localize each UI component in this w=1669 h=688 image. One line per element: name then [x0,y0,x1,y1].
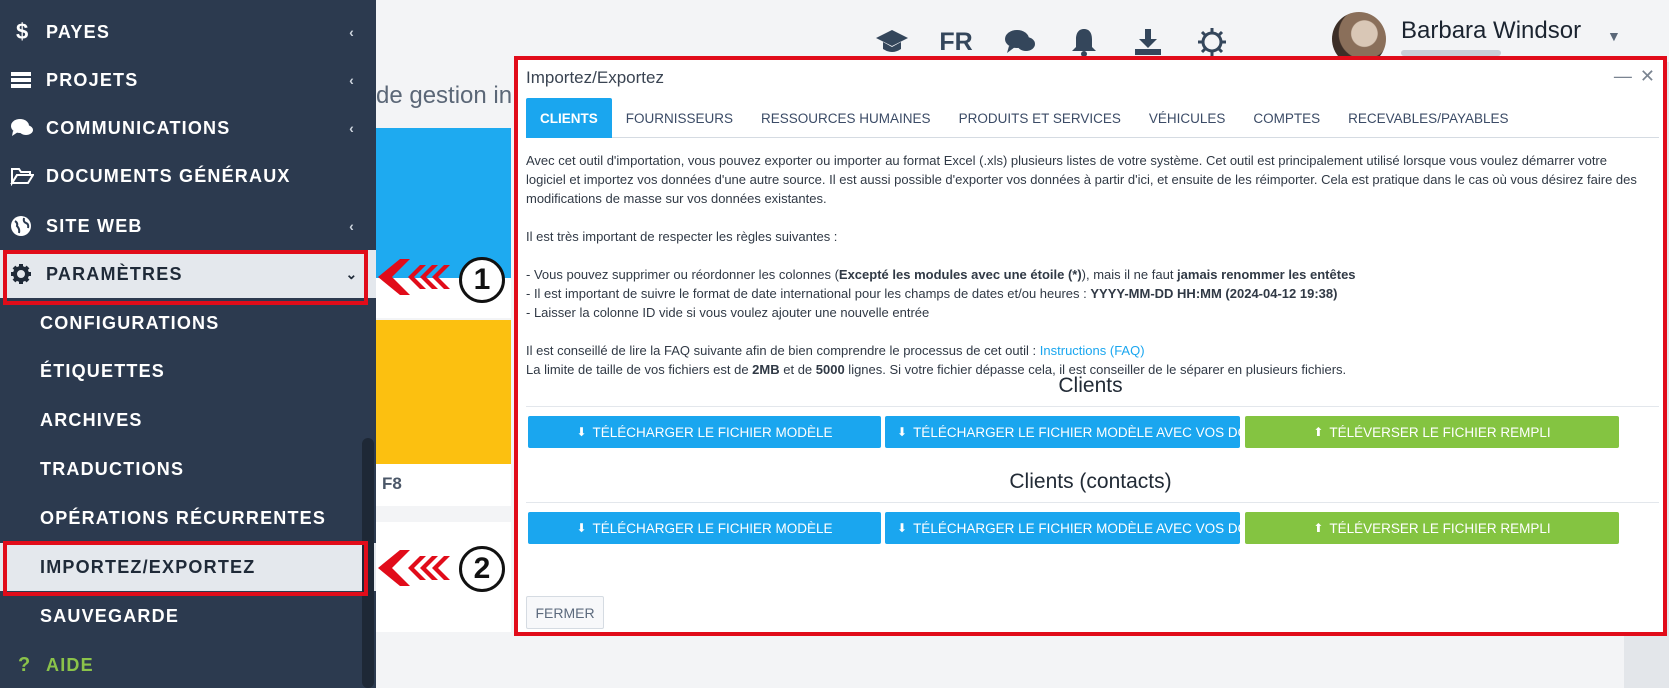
tab-produits-services[interactable]: PRODUITS ET SERVICES [945,98,1135,138]
modal-instructions: Avec cet outil d'importation, vous pouve… [526,151,1666,379]
rule-emphasis: YYYY-MM-DD HH:MM (2024-04-12 19:38) [1090,286,1338,301]
sidebar-item-aide[interactable]: ? AIDE [0,641,376,688]
sidebar: $ PAYES ‹ PROJETS ‹ COMMUNICATIONS ‹ DOC… [0,0,376,688]
modal-title: Importez/Exportez [526,68,664,87]
help-icon: ? [18,653,32,676]
sidebar-subitem-etiquettes[interactable]: ÉTIQUETTES [0,347,376,395]
upload-icon: ⬆ [1313,521,1324,535]
sidebar-item-label: PAYES [46,21,111,42]
chevron-down-icon[interactable]: ▼ [1607,28,1621,44]
sidebar-item-projets[interactable]: PROJETS ‹ [0,56,376,104]
faq-link[interactable]: Instructions (FAQ) [1040,343,1145,358]
sidebar-item-label: PARAMÈTRES [46,263,183,284]
sidebar-subitem-operations-recurrentes[interactable]: OPÉRATIONS RÉCURRENTES [0,494,376,542]
rule-2: - Il est important de suivre le format d… [526,284,1666,303]
button-label: TÉLÉVERSER LE FICHIER REMPLI [1329,424,1551,440]
chat-icon [0,118,46,138]
download-template-button[interactable]: ⬇ TÉLÉCHARGER LE FICHIER MODÈLE [528,512,881,544]
server-icon [0,71,46,89]
rule-emphasis: jamais renommer les entêtes [1177,267,1356,282]
button-label: TÉLÉCHARGER LE FICHIER MODÈLE AVEC VOS D… [913,520,1240,536]
dashboard-heading-partial: de gestion in [376,82,513,109]
download-icon: ⬇ [897,425,908,439]
chevron-down-icon: ⌄ [345,265,359,282]
sidebar-item-communications[interactable]: COMMUNICATIONS ‹ [0,104,376,152]
section-divider [526,406,1659,407]
user-role-obscured [1401,46,1531,56]
button-label: TÉLÉCHARGER LE FICHIER MODÈLE [592,424,833,440]
rule-1: - Vous pouvez supprimer ou réordonner le… [526,265,1666,284]
rule-text: ), mais il ne faut [1081,267,1178,282]
sidebar-subitem-archives[interactable]: ARCHIVES [0,396,376,444]
folder-icon [0,166,46,186]
annotation-arrow-2 [374,546,454,590]
tab-ressources-humaines[interactable]: RESSOURCES HUMAINES [747,98,945,138]
sidebar-subitem-configurations[interactable]: CONFIGURATIONS [0,299,376,347]
rule-text: - Vous pouvez supprimer ou réordonner le… [526,267,839,282]
rule-emphasis: Excepté les modules avec une étoile (*) [838,267,1082,282]
sidebar-subitem-importez-exportez[interactable]: IMPORTEZ/EXPORTEZ [0,543,376,591]
rule-3: - Laisser la colonne ID vide si vous vou… [526,305,930,320]
annotation-badge-1: 1 [459,257,505,303]
upload-filled-file-button[interactable]: ⬆ TÉLÉVERSER LE FICHIER REMPLI [1245,416,1619,448]
button-label: TÉLÉCHARGER LE FICHIER MODÈLE [592,520,833,536]
gear-icon [0,263,46,285]
tab-clients[interactable]: CLIENTS [526,98,612,138]
tab-comptes[interactable]: COMPTES [1239,98,1334,138]
sidebar-item-payes[interactable]: $ PAYES ‹ [0,8,376,56]
button-label: TÉLÉCHARGER LE FICHIER MODÈLE AVEC VOS D… [913,424,1240,440]
close-icon[interactable]: ✕ [1640,66,1655,87]
download-template-button[interactable]: ⬇ TÉLÉCHARGER LE FICHIER MODÈLE [528,416,881,448]
sidebar-item-label: PROJETS [46,69,139,90]
dashboard-tile-label: F8 [382,474,402,493]
tab-recevables-payables[interactable]: RECEVABLES/PAYABLES [1334,98,1522,138]
minimize-icon[interactable]: — [1614,66,1632,87]
sidebar-item-label: COMMUNICATIONS [46,117,231,138]
dashboard-tile-yellow[interactable] [376,320,511,464]
faq-text: Il est conseillé de lire la FAQ suivante… [526,343,1040,358]
annotation-arrow-1 [374,255,454,299]
sidebar-item-label: AIDE [46,654,94,675]
download-template-with-data-button[interactable]: ⬇ TÉLÉCHARGER LE FICHIER MODÈLE AVEC VOS … [885,512,1240,544]
chevron-left-icon: ‹ [349,218,355,234]
button-label: TÉLÉVERSER LE FICHIER REMPLI [1329,520,1551,536]
chevron-left-icon: ‹ [349,72,355,88]
sidebar-item-site-web[interactable]: SITE WEB ‹ [0,202,376,250]
download-icon: ⬇ [576,425,587,439]
faq-line: Il est conseillé de lire la FAQ suivante… [526,341,1666,360]
intro-text: modifications de masse sur vos données e… [526,191,827,206]
user-name[interactable]: Barbara Windsor [1401,17,1581,45]
import-export-modal: Importez/Exportez — ✕ CLIENTS FOURNISSEU… [514,56,1667,636]
upload-icon: ⬆ [1313,425,1324,439]
download-template-with-data-button[interactable]: ⬇ TÉLÉCHARGER LE FICHIER MODÈLE AVEC VOS … [885,416,1240,448]
section-title-clients-contacts: Clients (contacts) [1009,470,1172,493]
download-icon: ⬇ [897,521,908,535]
sidebar-item-label: DOCUMENTS GÉNÉRAUX [46,165,291,186]
sidebar-scrollbar[interactable] [362,438,374,688]
tab-vehicules[interactable]: VÉHICULES [1135,98,1240,138]
upload-filled-file-button[interactable]: ⬆ TÉLÉVERSER LE FICHIER REMPLI [1245,512,1619,544]
sidebar-item-documents[interactable]: DOCUMENTS GÉNÉRAUX [0,152,376,200]
modal-tabs: CLIENTS FOURNISSEURS RESSOURCES HUMAINES… [526,98,1659,138]
close-button[interactable]: FERMER [526,596,604,629]
globe-icon [0,215,46,237]
tab-fournisseurs[interactable]: FOURNISSEURS [612,98,747,138]
sidebar-item-parametres[interactable]: PARAMÈTRES ⌄ [0,250,376,298]
rule-text: - Il est important de suivre le format d… [526,286,1091,301]
modal-controls: — ✕ [1614,66,1655,87]
section-title-clients: Clients [1058,374,1123,397]
chevron-left-icon: ‹ [349,120,355,136]
section-divider [526,502,1659,503]
sidebar-subitem-sauvegarde[interactable]: SAUVEGARDE [0,592,376,640]
dollar-icon: $ [16,19,30,44]
intro-text: Avec cet outil d'importation, vous pouve… [526,153,1607,168]
sidebar-item-label: SITE WEB [46,215,143,236]
chevron-left-icon: ‹ [349,24,355,40]
download-icon: ⬇ [576,521,587,535]
sidebar-subitem-traductions[interactable]: TRADUCTIONS [0,445,376,493]
intro-text: logiciel et importez vos données d'une a… [526,172,1637,187]
annotation-badge-2: 2 [459,546,505,592]
rules-title: Il est très important de respecter les r… [526,229,838,244]
